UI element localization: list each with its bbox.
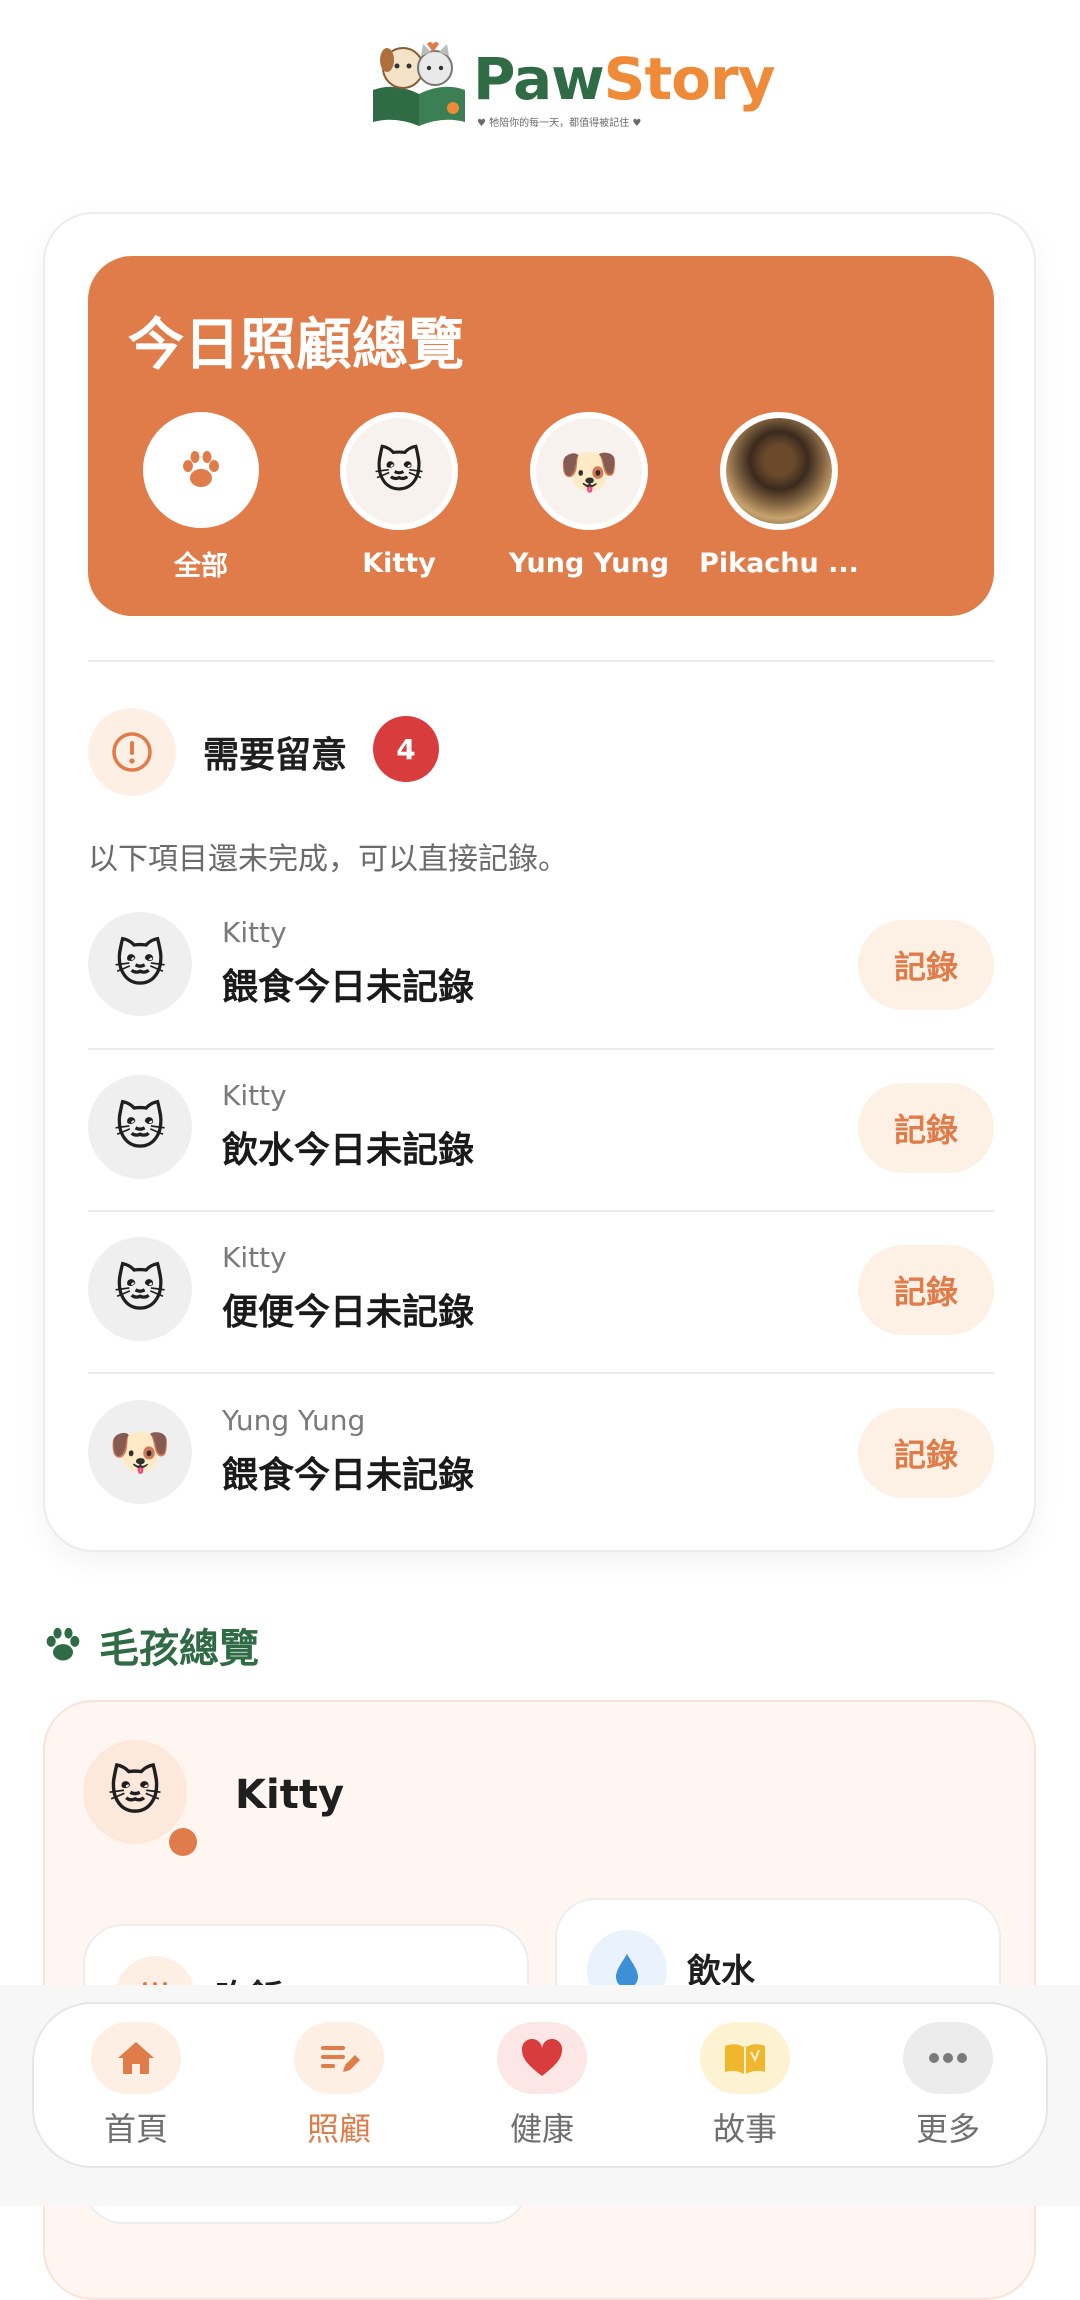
nav-label: 照顧: [306, 2110, 371, 2148]
nav-story[interactable]: 故事: [685, 2022, 805, 2152]
todo-pet-name: Yung Yung: [222, 1404, 366, 1437]
pet-filter-label: 全部: [174, 551, 228, 582]
nav-label: 健康: [509, 2110, 574, 2148]
nav-home[interactable]: 首頁: [76, 2022, 196, 2152]
home-icon: [91, 2022, 181, 2094]
nav-label: 故事: [712, 2110, 777, 2148]
nav-care[interactable]: 照顧: [279, 2022, 399, 2152]
todo-pet-name: Kitty: [222, 916, 287, 949]
logo-book-pets-icon: [373, 42, 465, 126]
todo-task: 便便今日未記錄: [222, 1292, 475, 1333]
divider: [88, 660, 994, 662]
record-button[interactable]: 記錄: [858, 1083, 994, 1173]
overview-title: 今日照顧總覽: [128, 313, 464, 378]
nav-more[interactable]: 更多: [888, 2022, 1008, 2152]
pet-filter-all[interactable]: 全部: [106, 412, 296, 583]
attention-subtitle: 以下項目還未完成，可以直接記錄。: [88, 842, 568, 877]
alert-circle-icon: [88, 708, 176, 796]
dog-face-icon: 🐶: [88, 1400, 192, 1504]
todo-item: 🐱 Kitty 飲水今日未記錄 記錄: [88, 1065, 994, 1195]
attention-count-badge: 4: [373, 716, 439, 782]
todo-task: 飲水今日未記錄: [222, 1130, 475, 1171]
logo-wordmark: PawStory: [473, 45, 775, 113]
logo-tagline: ♥ 牠陪你的每一天，都值得被記住 ♥: [477, 118, 642, 129]
cat-face-icon: 🐱: [340, 412, 458, 530]
today-overview-panel: 今日照顧總覽 全部 🐱 Kitty 🐶 Yung Yung Pikachu ..…: [88, 256, 994, 616]
bottom-navigation: 首頁 照顧 健康 故事 更多: [32, 2002, 1048, 2168]
todo-item: 🐱 Kitty 餵食今日未記錄 記錄: [88, 902, 994, 1032]
book-icon: [700, 2022, 790, 2094]
dog-face-icon: 🐶: [530, 412, 648, 530]
divider: [88, 1048, 994, 1050]
dog-photo-avatar: [720, 412, 838, 530]
cat-face-icon: 🐱: [88, 912, 192, 1016]
pet-filter-yung-yung[interactable]: 🐶 Yung Yung: [494, 412, 684, 579]
cat-face-icon: 🐱: [88, 1075, 192, 1179]
nav-label: 首頁: [103, 2110, 168, 2148]
nav-label: 更多: [915, 2110, 980, 2148]
todo-pet-name: Kitty: [222, 1241, 287, 1274]
record-button[interactable]: 記錄: [858, 1245, 994, 1335]
more-dots-icon: [903, 2022, 993, 2094]
pet-name: Kitty: [235, 1772, 345, 1818]
today-care-card: 今日照顧總覽 全部 🐱 Kitty 🐶 Yung Yung Pikachu ..…: [43, 212, 1036, 1552]
record-button[interactable]: 記錄: [858, 920, 994, 1010]
status-dot: [169, 1828, 197, 1856]
heart-icon: [497, 2022, 587, 2094]
pet-filter-label: Yung Yung: [508, 548, 670, 579]
pet-filter-avatar: [143, 412, 259, 528]
record-button[interactable]: 記錄: [858, 1408, 994, 1498]
todo-item: 🐱 Kitty 便便今日未記錄 記錄: [88, 1227, 994, 1357]
edit-list-icon: [294, 2022, 384, 2094]
app-logo: PawStory ♥ 牠陪你的每一天，都值得被記住 ♥: [0, 38, 1080, 138]
pet-filter-label: Pikachu ...: [699, 548, 859, 579]
pet-filter-kitty[interactable]: 🐱 Kitty: [304, 412, 494, 579]
todo-item: 🐶 Yung Yung 餵食今日未記錄 記錄: [88, 1390, 994, 1520]
divider: [88, 1372, 994, 1374]
pets-overview-heading: 毛孩總覽: [43, 1620, 259, 1672]
pet-filter-pikachu[interactable]: Pikachu ...: [684, 412, 874, 579]
cat-face-icon: 🐱: [88, 1237, 192, 1341]
pet-filter-label: Kitty: [362, 548, 436, 579]
nav-health[interactable]: 健康: [482, 2022, 602, 2152]
todo-pet-name: Kitty: [222, 1079, 287, 1112]
cat-face-icon: 🐱: [83, 1740, 187, 1844]
paw-icon: [46, 1627, 80, 1661]
section-title: 毛孩總覽: [99, 1626, 259, 1672]
divider: [88, 1210, 994, 1212]
todo-task: 餵食今日未記錄: [222, 967, 475, 1008]
paw-icon: [183, 451, 219, 487]
attention-title: 需要留意: [203, 735, 348, 776]
todo-task: 餵食今日未記錄: [222, 1455, 475, 1496]
